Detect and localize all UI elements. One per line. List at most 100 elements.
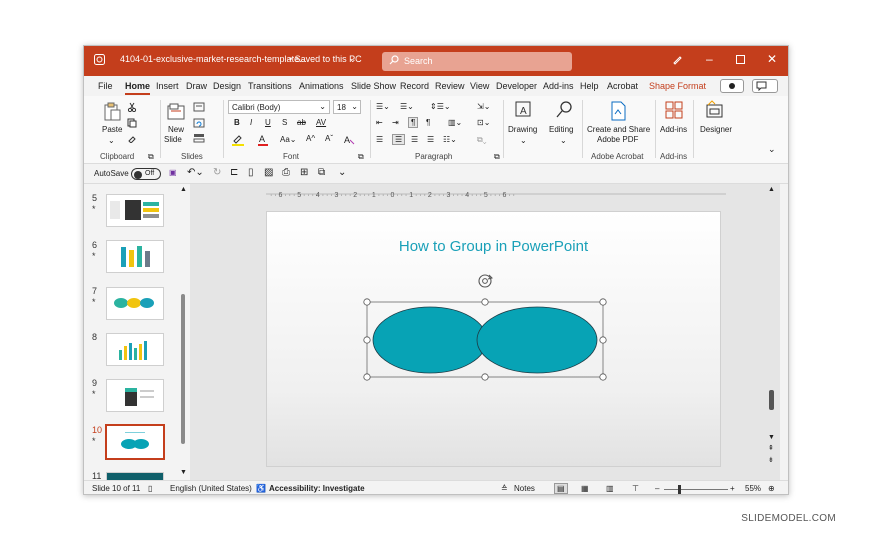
scroll-up-icon[interactable]: ▲ [768, 186, 775, 193]
reading-view-icon[interactable]: ▥ [606, 484, 614, 493]
columns-button[interactable]: ▥⌄ [448, 118, 462, 127]
grow-font-button[interactable]: A^ [306, 134, 315, 143]
shrink-font-button[interactable]: Aˇ [325, 134, 333, 143]
presentation-icon[interactable]: ⊞ [300, 167, 308, 178]
comments-icon[interactable] [752, 79, 778, 93]
slideshow-view-icon[interactable]: ⊤ [632, 484, 639, 493]
tab-acrobat[interactable]: Acrobat [607, 81, 638, 91]
justify-button[interactable]: ☰ [427, 135, 434, 144]
slide-thumbnail-6[interactable] [106, 240, 164, 273]
create-share-pdf-line2[interactable]: Adobe PDF [597, 135, 638, 144]
tab-animations[interactable]: Animations [299, 81, 344, 91]
tab-insert[interactable]: Insert [156, 81, 179, 91]
next-slide-icon[interactable]: ⇟ [768, 456, 774, 464]
copy-icon[interactable] [127, 118, 141, 130]
smartart-button[interactable]: ⧉⌄ [477, 135, 487, 145]
editing-label[interactable]: Editing [549, 125, 573, 134]
scroll-up-icon[interactable]: ▲ [180, 186, 187, 193]
insert-picture-icon[interactable]: ▨ [264, 167, 273, 178]
close-button[interactable]: ✕ [767, 52, 777, 66]
align-center-button[interactable]: ☰ [392, 134, 406, 145]
font-name-select[interactable]: Calibri (Body) ⌄ [228, 100, 330, 114]
clear-formatting-icon[interactable]: A [343, 134, 357, 148]
align-text-button[interactable]: ⊡⌄ [477, 118, 490, 127]
collapse-ribbon-icon[interactable]: ⌄ [768, 144, 776, 155]
save-icon[interactable]: ▣ [169, 168, 177, 177]
pen-icon[interactable] [672, 54, 683, 68]
spell-check-icon[interactable]: ▯ [148, 484, 152, 493]
create-share-pdf-line1[interactable]: Create and Share [587, 125, 650, 134]
customize-toolbar-icon[interactable]: ⌄ [338, 167, 346, 178]
previous-slide-icon[interactable]: ⇞ [768, 444, 774, 452]
fit-to-window-icon[interactable]: ⊕ [768, 484, 775, 493]
highlight-icon[interactable] [231, 134, 247, 148]
tab-shape-format[interactable]: Shape Format [649, 81, 706, 91]
accessibility-icon[interactable]: ♿ [256, 484, 266, 493]
change-case-button[interactable]: Aa⌄ [280, 135, 297, 144]
undo-icon[interactable]: ↶⌄ [187, 167, 204, 178]
underline-button[interactable]: U [265, 118, 271, 127]
zoom-slider-thumb[interactable] [678, 485, 681, 494]
zoom-level[interactable]: 55% [745, 484, 761, 493]
chevron-down-icon[interactable]: ⌄ [349, 54, 357, 65]
notes-icon[interactable]: ≙ [501, 484, 508, 493]
bold-button[interactable]: B [234, 118, 240, 127]
slide-thumbnail-9[interactable] [106, 379, 164, 412]
add-ins-button-label[interactable]: Add-ins [660, 125, 687, 134]
shadow-button[interactable]: S [282, 118, 287, 127]
paragraph-launcher-icon[interactable]: ⧉ [494, 152, 500, 162]
rtl-button[interactable]: ¶ [408, 117, 419, 128]
minimize-button[interactable]: – [706, 52, 713, 66]
chevron-down-icon[interactable]: ⌄ [560, 136, 567, 145]
drawing-label[interactable]: Drawing [508, 125, 537, 134]
designer-label[interactable]: Designer [700, 125, 732, 134]
editing-search-icon[interactable] [554, 100, 574, 122]
thumbnails-scroll-thumb[interactable] [181, 294, 185, 444]
zoom-out-button[interactable]: – [655, 484, 659, 493]
paste-icon[interactable] [102, 102, 122, 124]
notes-button[interactable]: Notes [514, 484, 535, 493]
tab-file[interactable]: File [98, 81, 113, 91]
new-slide-icon[interactable] [166, 102, 186, 124]
tab-transitions[interactable]: Transitions [248, 81, 292, 91]
font-color-icon[interactable]: A [257, 134, 271, 148]
tab-record[interactable]: Record [400, 81, 429, 91]
new-slide-label-1[interactable]: New [168, 125, 184, 134]
zoom-slider[interactable] [664, 489, 728, 490]
distributed-button[interactable]: ☷⌄ [443, 135, 457, 144]
record-button[interactable] [720, 79, 744, 93]
decrease-indent-button[interactable]: ⇤ [376, 118, 383, 127]
canvas-scrollbar[interactable]: ▲ ▼ ⇞ ⇟ [768, 184, 776, 480]
text-direction-button[interactable]: ⇲⌄ [477, 102, 490, 111]
grouped-shapes[interactable] [267, 212, 722, 468]
align-left-button[interactable]: ☰ [376, 135, 383, 144]
adobe-pdf-icon[interactable] [608, 100, 628, 124]
scroll-down-icon[interactable]: ▼ [768, 434, 775, 441]
character-spacing-button[interactable]: AV [316, 118, 326, 127]
new-file-icon[interactable]: ▯ [248, 167, 254, 178]
cut-icon[interactable] [127, 102, 137, 114]
tab-review[interactable]: Review [435, 81, 465, 91]
chevron-down-icon[interactable]: ⌄ [520, 136, 527, 145]
maximize-button[interactable] [736, 53, 745, 67]
tab-slide-show[interactable]: Slide Show [351, 81, 396, 91]
paste-label[interactable]: Paste [102, 125, 122, 134]
redo-icon[interactable]: ↻ [213, 167, 221, 178]
section-icon[interactable] [193, 133, 209, 145]
drawing-icon[interactable]: A [514, 100, 534, 122]
tab-developer[interactable]: Developer [496, 81, 537, 91]
new-slide-label-2[interactable]: Slide [164, 135, 182, 144]
open-folder-icon[interactable]: ⊏ [230, 167, 238, 178]
tab-home[interactable]: Home [125, 81, 151, 95]
slide-thumbnail-7[interactable] [106, 287, 164, 320]
normal-view-icon[interactable]: ▤ [554, 483, 568, 494]
format-painter-icon[interactable] [127, 133, 137, 145]
reset-icon[interactable] [193, 118, 209, 130]
clipboard-launcher-icon[interactable]: ⧉ [148, 152, 154, 162]
designer-icon[interactable] [704, 100, 726, 122]
zoom-in-button[interactable]: + [730, 484, 735, 493]
align-right-button[interactable]: ☰ [411, 135, 418, 144]
accessibility-status[interactable]: Accessibility: Investigate [269, 484, 365, 493]
layout-icon[interactable] [193, 102, 209, 114]
current-slide[interactable]: How to Group in PowerPoint [266, 211, 721, 467]
